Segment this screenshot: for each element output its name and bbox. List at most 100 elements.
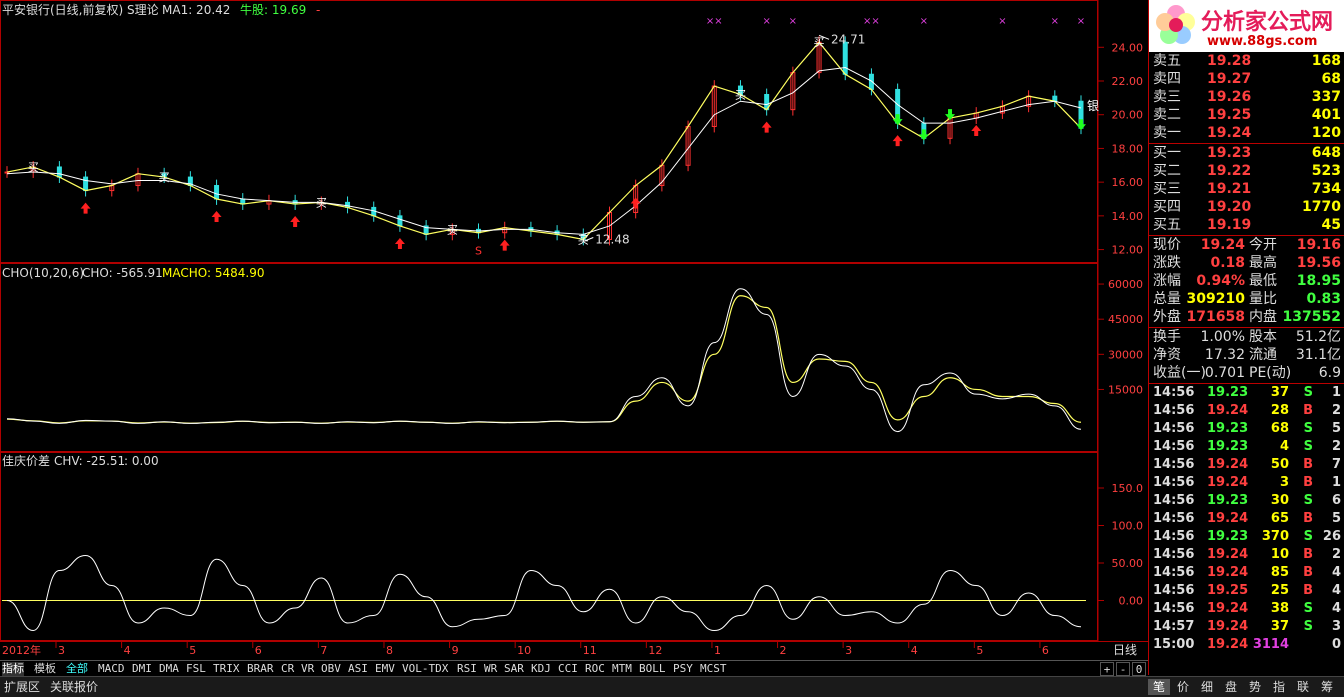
- tick-volume: 37: [1270, 619, 1289, 634]
- period-label[interactable]: 日线: [1113, 643, 1137, 657]
- indicator-tab-11[interactable]: OBV: [321, 662, 341, 676]
- brand-name: 分析家公式网: [1201, 9, 1334, 35]
- indicator-tab-7[interactable]: TRIX: [213, 662, 240, 676]
- ask-row[interactable]: 卖三 19.26 337: [1149, 88, 1344, 106]
- indicator-tab-14[interactable]: VOL-TDX: [402, 662, 448, 676]
- indicator-tab-18[interactable]: KDJ: [531, 662, 551, 676]
- ask-row[interactable]: 卖一 19.24 120: [1149, 124, 1344, 142]
- panel-tab-1[interactable]: 价: [1172, 679, 1194, 695]
- bull-readout: 牛股: 19.69: [240, 3, 307, 17]
- brand-url[interactable]: www.88gs.com: [1207, 34, 1317, 49]
- tick-row[interactable]: 14:56 19.23 37 S 1: [1149, 384, 1344, 402]
- zoom-plus-button[interactable]: +: [1100, 662, 1114, 676]
- indicator-tab-3[interactable]: MACD: [98, 662, 125, 676]
- indicator-tab-15[interactable]: RSI: [457, 662, 477, 676]
- candle-body[interactable]: [214, 185, 220, 200]
- panel-separator: [1149, 383, 1344, 384]
- indicator-tab-12[interactable]: ASI: [348, 662, 368, 676]
- status-tab-0[interactable]: 扩展区: [4, 679, 40, 695]
- tick-row[interactable]: 14:56 19.24 65 B 5: [1149, 510, 1344, 528]
- candle-body[interactable]: [842, 41, 848, 75]
- indicator-tab-20[interactable]: ROC: [585, 662, 605, 676]
- tick-row[interactable]: 15:00 19.24 3114 0: [1149, 636, 1344, 654]
- quote-value: 0.83: [1306, 291, 1341, 307]
- month-label: 3: [58, 644, 65, 657]
- indicator-tab-10[interactable]: VR: [301, 662, 314, 676]
- indicator-tab-2[interactable]: 全部: [66, 662, 88, 676]
- panel-tab-4[interactable]: 势: [1244, 679, 1266, 695]
- indicator-tab-17[interactable]: SAR: [504, 662, 524, 676]
- panel-tab-2[interactable]: 细: [1196, 679, 1218, 695]
- month-label: 4: [911, 644, 918, 657]
- tick-price: 19.24: [1207, 601, 1249, 616]
- quote-label: 最低: [1249, 273, 1277, 289]
- tick-row[interactable]: 14:56 19.24 3 B 1: [1149, 474, 1344, 492]
- indicator-tab-24[interactable]: MCST: [700, 662, 727, 676]
- quote-label: 今开: [1249, 237, 1277, 253]
- panel-tab-0[interactable]: 笔: [1148, 679, 1170, 695]
- chart-canvas[interactable]: 24.0022.0020.0018.0016.0014.0012.0024.71…: [0, 0, 1148, 660]
- tick-volume: 3114: [1252, 637, 1289, 652]
- indicator-tab-5[interactable]: DMA: [159, 662, 179, 676]
- month-label: 12: [648, 644, 662, 657]
- bid-row[interactable]: 买五 19.19 45: [1149, 216, 1344, 234]
- candle-body[interactable]: [83, 176, 89, 192]
- tick-count: 4: [1331, 583, 1341, 598]
- bid-row[interactable]: 买三 19.21 734: [1149, 180, 1344, 198]
- panel-tab-6[interactable]: 联: [1292, 679, 1314, 695]
- tick-row[interactable]: 14:56 19.23 370 S 26: [1149, 528, 1344, 546]
- tick-row[interactable]: 14:56 19.24 50 B 7: [1149, 456, 1344, 474]
- tick-time: 15:00: [1153, 637, 1195, 652]
- panel-tab-7[interactable]: 筹: [1316, 679, 1338, 695]
- stock-title: 平安银行(日线,前复权) S理论: [2, 3, 159, 17]
- chart-area[interactable]: 24.00 22.00 20.00 18.00 16.00 14.00 12.00 24.71…: [0, 0, 1148, 660]
- indicator-tab-6[interactable]: FSL: [186, 662, 206, 676]
- indicator-tab-21[interactable]: MTM: [612, 662, 632, 676]
- panel-tab-3[interactable]: 盘: [1220, 679, 1242, 695]
- status-tab-1[interactable]: 关联报价: [50, 679, 98, 695]
- tick-row[interactable]: 14:56 19.23 68 S 5: [1149, 420, 1344, 438]
- indicator-tab-19[interactable]: CCI: [558, 662, 578, 676]
- tick-price: 19.24: [1207, 403, 1249, 418]
- tick-volume: 65: [1270, 511, 1289, 526]
- candle-body[interactable]: [397, 215, 403, 227]
- buy-arrow-icon: [630, 197, 641, 209]
- tick-row[interactable]: 14:57 19.24 37 S 3: [1149, 618, 1344, 636]
- tick-row[interactable]: 14:56 19.24 10 B 2: [1149, 546, 1344, 564]
- ask-row[interactable]: 卖四 19.27 68: [1149, 70, 1344, 88]
- bid-row[interactable]: 买一 19.23 648: [1149, 144, 1344, 162]
- tick-row[interactable]: 14:56 19.25 25 B 4: [1149, 582, 1344, 600]
- zoom-zero-button[interactable]: 0: [1132, 662, 1146, 676]
- tick-row[interactable]: 14:56 19.24 85 B 4: [1149, 564, 1344, 582]
- tick-row[interactable]: 14:56 19.23 4 S 2: [1149, 438, 1344, 456]
- tick-row[interactable]: 14:56 19.24 38 S 4: [1149, 600, 1344, 618]
- tick-volume: 38: [1270, 601, 1289, 616]
- ask-row[interactable]: 卖五 19.28 168: [1149, 52, 1344, 70]
- bid-row[interactable]: 买二 19.22 523: [1149, 162, 1344, 180]
- indicator-tab-0[interactable]: 指标: [2, 662, 24, 676]
- tick-side: S: [1303, 601, 1313, 616]
- zoom-minus-button[interactable]: -: [1116, 662, 1130, 676]
- panel-tab-5[interactable]: 指: [1268, 679, 1290, 695]
- tick-row[interactable]: 14:56 19.24 28 B 2: [1149, 402, 1344, 420]
- quote-row: 现价 19.24 今开 19.16: [1149, 236, 1344, 254]
- indicator-tab-8[interactable]: BRAR: [247, 662, 274, 676]
- indicator-tab-23[interactable]: PSY: [673, 662, 693, 676]
- bid-label: 买五: [1153, 217, 1181, 233]
- bid-row[interactable]: 买四 19.20 1770: [1149, 198, 1344, 216]
- ask-volume: 337: [1311, 89, 1341, 105]
- indicator-tab-4[interactable]: DMI: [132, 662, 152, 676]
- indicator-tab-22[interactable]: BOLL: [639, 662, 666, 676]
- indicator-tab-9[interactable]: CR: [281, 662, 294, 676]
- indicator-tab-16[interactable]: WR: [484, 662, 497, 676]
- quote-label: 现价: [1153, 237, 1181, 253]
- tick-row[interactable]: 14:56 19.23 30 S 6: [1149, 492, 1344, 510]
- chv-tick-label: 0.00: [1119, 595, 1144, 608]
- tick-side: S: [1303, 385, 1313, 400]
- candle-body[interactable]: [56, 166, 62, 178]
- bull-suffix: -: [316, 3, 321, 17]
- indicator-tab-1[interactable]: 模板: [34, 662, 56, 676]
- quote-label: 最高: [1249, 255, 1277, 271]
- indicator-tab-13[interactable]: EMV: [375, 662, 395, 676]
- ask-row[interactable]: 卖二 19.25 401: [1149, 106, 1344, 124]
